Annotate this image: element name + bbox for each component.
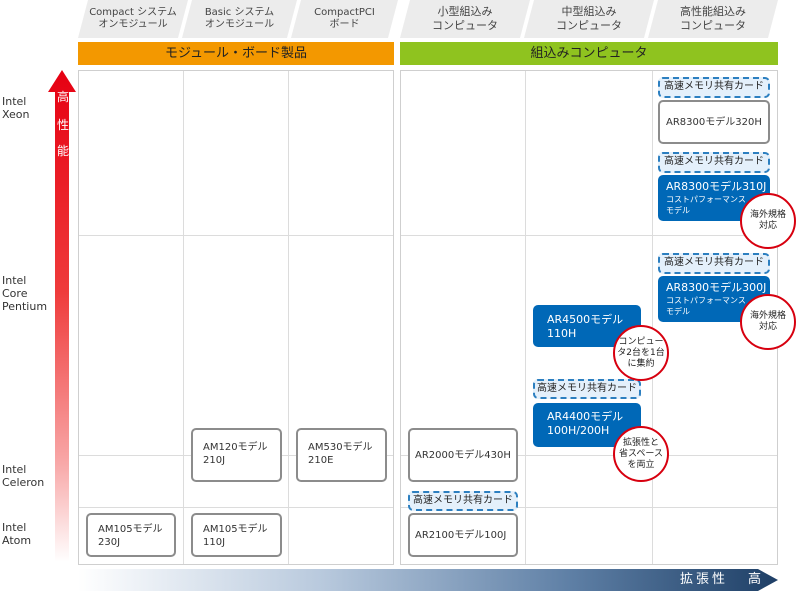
product-name: AR2100モデル100J (415, 530, 507, 541)
product-model: 210J (203, 455, 226, 466)
column-header-small-embedded: 小型組込み コンピュータ (400, 0, 530, 38)
memory-sharing-card[interactable]: 高速メモリ共有カード (658, 152, 770, 173)
extensibility-label: 拡張性 (680, 572, 729, 587)
expandability-space-saving-badge: 拡張性と 省スペース を両立 (613, 426, 669, 482)
grid-divider (525, 71, 526, 564)
product-model: 210E (308, 455, 334, 466)
product-name: AR8300モデル320H (666, 117, 762, 128)
column-header-line: Basic システム (204, 7, 275, 18)
product-ar8300-320h[interactable]: AR8300モデル320H (658, 100, 770, 144)
product-name: AR4500モデル (547, 313, 624, 326)
badge-text: に集約 (627, 358, 655, 369)
grid-divider (401, 235, 777, 236)
cpu-level-text: Intel (2, 463, 27, 476)
column-header-medium-embedded: 中型組込み コンピュータ (524, 0, 654, 38)
memory-sharing-card[interactable]: 高速メモリ共有カード (658, 253, 770, 274)
cpu-level-core-pentium: Intel Core Pentium (2, 274, 47, 313)
column-header-line: ボード (329, 19, 360, 30)
column-header-line: オンモジュール (98, 19, 168, 30)
consolidation-badge: コンピュー タ2台を1台 に集約 (613, 325, 669, 381)
module-board-grid (78, 70, 394, 565)
cpu-level-xeon: Intel Xeon (2, 95, 30, 121)
product-name: AR4400モデル (547, 410, 624, 423)
module-board-products-band: モジュール・ボード製品 (78, 42, 394, 65)
extensibility-arrow (78, 569, 778, 591)
memory-sharing-card[interactable]: 高速メモリ共有カード (408, 491, 518, 511)
product-model: 110J (203, 537, 226, 548)
overseas-standard-badge: 海外規格 対応 (740, 294, 796, 350)
column-header-line: CompactPCI (314, 7, 375, 18)
product-ar2100-100j[interactable]: AR2100モデル100J (408, 513, 518, 557)
cpu-level-text: Intel (2, 521, 27, 534)
extensibility-high-label: 高 (748, 572, 762, 587)
memory-sharing-card[interactable]: 高速メモリ共有カード (658, 77, 770, 98)
badge-text: タ2台を1台 (617, 347, 665, 358)
badge-text: 海外規格 (749, 210, 786, 220)
column-header-basic-som: Basic システム オンモジュール (182, 0, 297, 38)
overseas-standard-badge: 海外規格 対応 (740, 193, 796, 249)
grid-divider (183, 71, 184, 564)
column-header-line: Compact システム (89, 7, 177, 18)
cpu-level-text: Atom (2, 534, 32, 547)
badge-text: 対応 (758, 221, 777, 231)
product-name: AR2000モデル430H (415, 450, 511, 461)
grid-divider (652, 71, 653, 564)
column-header-line: コンピュータ (556, 19, 622, 32)
product-ar2000-430h[interactable]: AR2000モデル430H (408, 428, 518, 482)
column-header-line: 高性能組込み (680, 5, 746, 18)
badge-text: コンピュー (618, 336, 664, 347)
performance-label-char: 高 (56, 90, 69, 104)
embedded-computers-band: 組込みコンピュータ (400, 42, 778, 65)
performance-label-char: 性 (56, 118, 69, 132)
badge-text: 対応 (758, 322, 777, 332)
cpu-level-celeron: Intel Celeron (2, 463, 44, 489)
column-header-line: オンモジュール (204, 19, 275, 30)
grid-divider (288, 71, 289, 564)
performance-label-char: 能 (56, 144, 69, 158)
product-name: AM530モデル (308, 442, 373, 453)
product-name: AR8300モデル310J (666, 180, 767, 193)
product-name: AM105モデル (98, 524, 163, 535)
memory-sharing-card[interactable]: 高速メモリ共有カード (533, 379, 641, 399)
column-header-compact-som: Compact システム オンモジュール (78, 0, 188, 38)
product-am530-210e[interactable]: AM530モデル 210E (296, 428, 387, 482)
column-header-line: 小型組込み (437, 5, 493, 18)
badge-text: を両立 (627, 459, 655, 470)
product-name: AR8300モデル300J (666, 281, 767, 294)
cpu-level-atom: Intel Atom (2, 521, 31, 547)
cpu-level-text: Intel (2, 274, 27, 287)
column-header-line: 中型組込み (561, 5, 617, 18)
product-name: AM120モデル (203, 442, 268, 453)
product-name: AM105モデル (203, 524, 268, 535)
product-am105-110j[interactable]: AM105モデル 110J (191, 513, 282, 557)
product-am120-210j[interactable]: AM120モデル 210J (191, 428, 282, 482)
column-header-line: コンピュータ (432, 19, 498, 32)
product-am105-230j[interactable]: AM105モデル 230J (86, 513, 176, 557)
badge-text: 省スペース (619, 448, 663, 459)
badge-text: 海外規格 (749, 311, 786, 321)
cpu-level-text: Intel (2, 95, 27, 108)
grid-divider (79, 235, 393, 236)
grid-divider (79, 507, 393, 508)
cpu-level-text: Celeron (2, 476, 45, 489)
badge-text: 拡張性と (622, 437, 659, 448)
column-header-line: コンピュータ (680, 19, 746, 32)
column-header-compactpci: CompactPCI ボード (291, 0, 398, 38)
cpu-level-text: Xeon (2, 108, 30, 121)
product-model: 230J (98, 537, 121, 548)
cpu-level-text: Pentium (2, 300, 48, 313)
cpu-level-text: Core (2, 287, 28, 300)
column-header-high-performance-embedded: 高性能組込み コンピュータ (648, 0, 778, 38)
